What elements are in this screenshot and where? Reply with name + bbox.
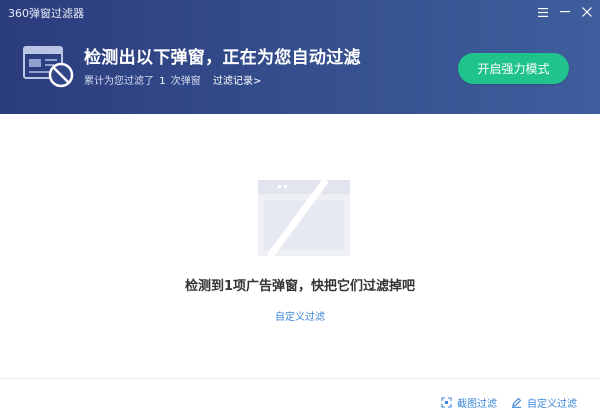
close-icon xyxy=(582,7,592,17)
custom-filter-button[interactable]: 自定义过滤 xyxy=(511,395,577,410)
filter-count-suffix: 次弹窗 xyxy=(170,76,201,87)
enable-power-mode-button[interactable]: 开启强力模式 xyxy=(458,53,569,84)
blocked-window-icon xyxy=(23,46,74,88)
screenshot-crop-icon xyxy=(441,397,452,408)
header-banner: 360弹窗过滤器 检测出以下弹窗，正在为您自动过滤 累计为您过滤了 1 次弹窗 xyxy=(0,0,600,114)
window-title: 360弹窗过滤器 xyxy=(8,7,84,20)
custom-filter-link[interactable]: 自定义过滤 xyxy=(0,308,600,323)
close-button[interactable] xyxy=(575,2,599,22)
minimize-icon xyxy=(560,11,570,13)
pencil-edit-icon xyxy=(512,397,522,408)
menu-icon xyxy=(538,7,548,17)
filter-record-link[interactable]: 过滤记录> xyxy=(213,72,261,87)
filter-count-prefix: 累计为您过滤了 xyxy=(84,76,154,87)
screenshot-filter-label: 截图过滤 xyxy=(457,399,497,410)
footer-divider xyxy=(0,378,600,379)
filter-count-value: 1 xyxy=(159,76,166,87)
headline: 检测出以下弹窗，正在为您自动过滤 xyxy=(84,48,361,68)
empty-message: 检测到1项广告弹窗，快把它们过滤掉吧 xyxy=(184,279,416,294)
menu-button[interactable] xyxy=(531,2,555,22)
minimize-button[interactable] xyxy=(553,2,577,22)
filter-count-text: 累计为您过滤了 1 次弹窗 xyxy=(84,72,201,87)
screenshot-filter-button[interactable]: 截图过滤 xyxy=(441,395,497,410)
empty-window-illustration xyxy=(258,178,350,258)
custom-filter-label: 自定义过滤 xyxy=(527,399,577,410)
